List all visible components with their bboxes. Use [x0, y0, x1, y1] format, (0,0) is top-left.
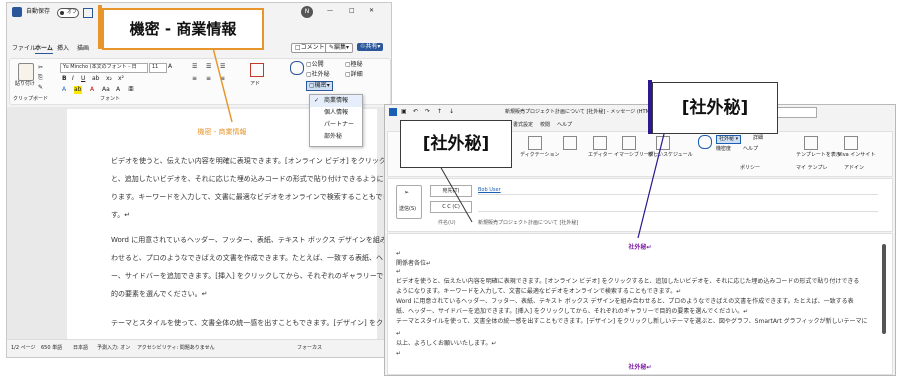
outlook-callout-accent: [648, 80, 652, 134]
word-callout-line: [211, 43, 233, 123]
outlook-top-callout: [社外秘]: [652, 82, 778, 134]
word-callout-accent: [98, 5, 102, 49]
outlook-top-callout-line: [637, 133, 665, 239]
outlook-mid-callout-line: [439, 165, 473, 223]
word-callout: 機密 - 商業情報: [102, 8, 264, 50]
outlook-mid-callout: [社外秘]: [400, 120, 512, 168]
annotation-lines: [211, 43, 665, 239]
